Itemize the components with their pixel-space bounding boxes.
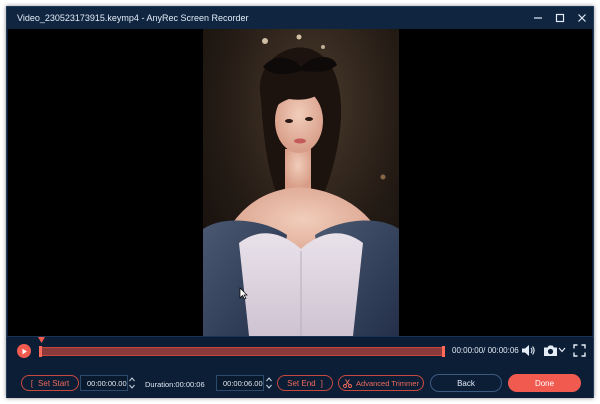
advanced-trimmer-button[interactable]: Advanced Trimmer [338, 375, 424, 391]
done-button[interactable]: Done [508, 374, 581, 392]
window-controls [527, 7, 593, 29]
bracket-right-icon: ] [320, 378, 323, 388]
trim-start-handle[interactable] [39, 346, 42, 357]
volume-icon[interactable] [521, 344, 536, 357]
set-end-button[interactable]: Set End ] [277, 375, 333, 391]
play-button[interactable] [17, 344, 31, 358]
video-preview[interactable] [8, 29, 592, 336]
camera-icon[interactable] [543, 344, 558, 357]
mouse-cursor-icon [239, 287, 248, 300]
end-time-field[interactable]: 00:00:06.00 [216, 375, 264, 391]
close-icon [578, 14, 586, 22]
maximize-icon [555, 13, 565, 23]
chevron-down-icon[interactable] [558, 347, 566, 353]
end-time-stepper-icon[interactable] [265, 375, 273, 391]
trim-controls: [ Set Start 00:00:00.00 Duration:00:00:0… [7, 365, 593, 398]
close-button[interactable] [571, 7, 593, 29]
play-icon [22, 348, 27, 354]
fullscreen-icon[interactable] [573, 344, 586, 357]
video-frame [203, 29, 399, 336]
scissors-icon [343, 378, 352, 388]
video-frame-image [203, 29, 399, 336]
start-time-stepper-icon[interactable] [128, 375, 136, 391]
trim-end-handle[interactable] [442, 346, 445, 357]
app-window: Video_230523173915.keymp4 - AnyRec Scree… [6, 6, 594, 398]
timeline-track[interactable] [39, 346, 445, 357]
time-display: 00:00:00/ 00:00:06 [452, 346, 519, 355]
bracket-left-icon: [ [30, 378, 34, 388]
timeline-bar: 00:00:00/ 00:00:06 [7, 336, 593, 364]
start-time-field[interactable]: 00:00:00.00 [80, 375, 128, 391]
back-button[interactable]: Back [430, 374, 502, 392]
minimize-icon [534, 17, 542, 19]
title-bar: Video_230523173915.keymp4 - AnyRec Scree… [7, 7, 593, 29]
duration-label: Duration:00:00:06 [145, 380, 205, 389]
maximize-button[interactable] [549, 7, 571, 29]
set-start-button[interactable]: [ Set Start [21, 375, 79, 391]
playhead-marker-icon[interactable] [38, 337, 45, 346]
window-title: Video_230523173915.keymp4 - AnyRec Scree… [17, 13, 249, 23]
minimize-button[interactable] [527, 7, 549, 29]
